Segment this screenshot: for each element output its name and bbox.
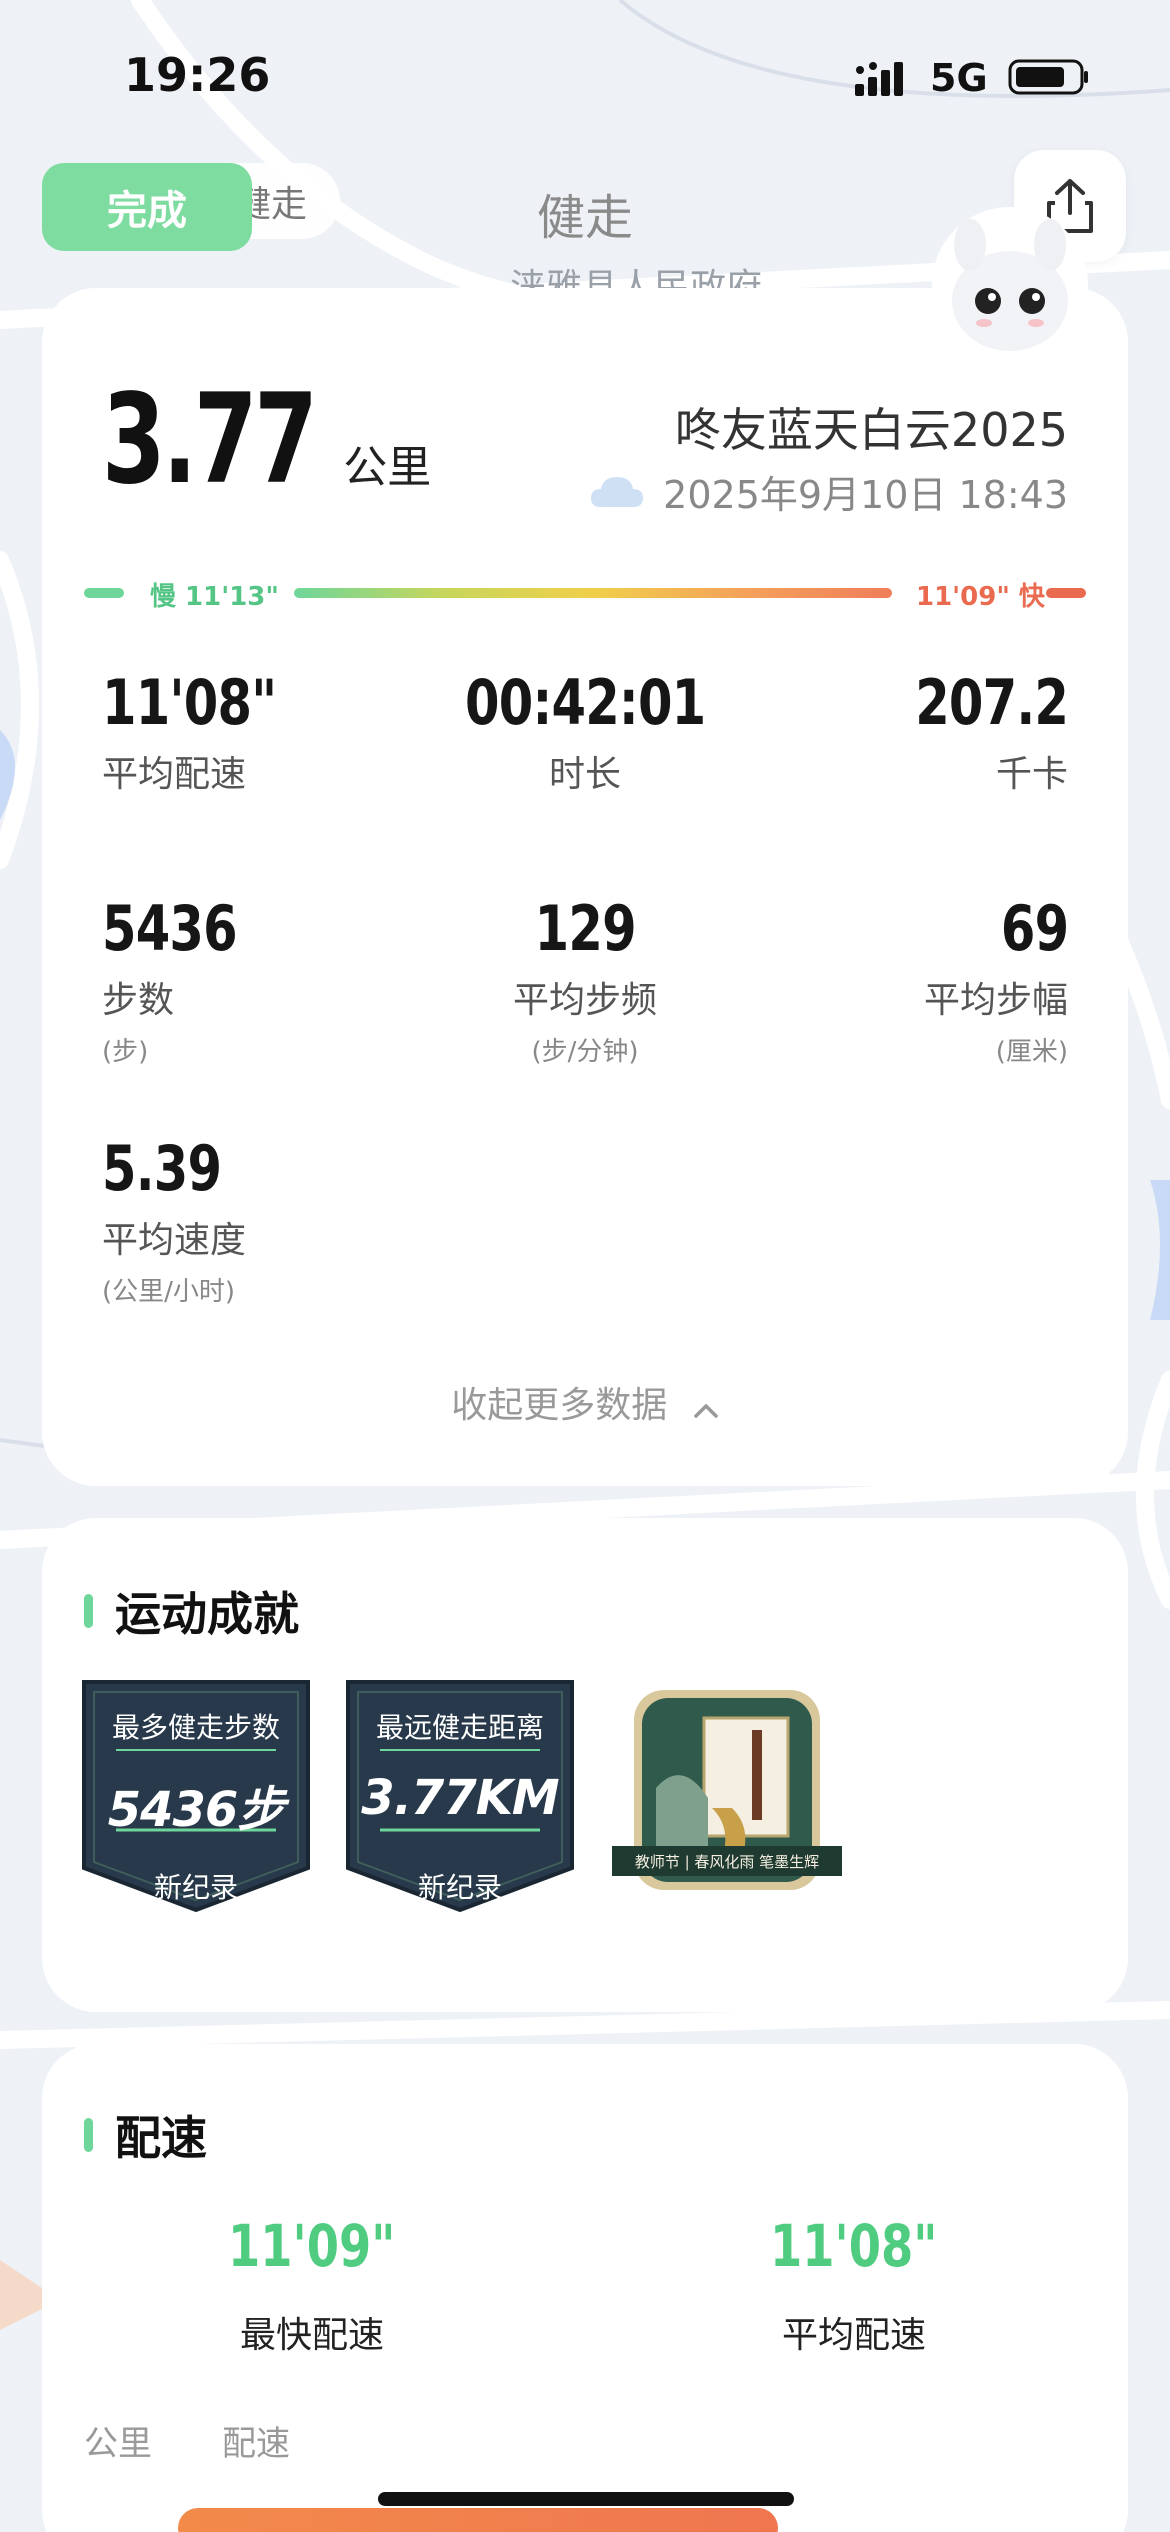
stat-value: 00:42:01	[464, 666, 706, 739]
pace-split-bar	[178, 2508, 778, 2532]
fastest-pace: 11'09" 最快配速	[112, 2212, 512, 2358]
column-header-km: 公里	[84, 2424, 152, 2464]
badge-note: 新纪录	[153, 1871, 238, 1904]
pace-slow-label: 慢 11'13"	[150, 582, 279, 612]
pace-fast-label: 11'09" 快	[916, 582, 1045, 612]
distance-unit: 公里	[343, 442, 432, 493]
stat-speed: 5.39 平均速度 (公里/小时)	[102, 1132, 251, 1308]
stat-value: 129	[534, 892, 636, 965]
home-indicator[interactable]	[378, 2492, 794, 2506]
achievements-title: 运动成就	[84, 1578, 299, 1644]
stat-duration: 00:42:01 时长	[322, 666, 848, 797]
pace-label: 最快配速	[239, 2315, 384, 2356]
teachers-day-badge-icon	[612, 1690, 842, 1890]
activity-date-row: 2025年9月10日 18:43	[589, 464, 1068, 519]
badge-most-steps[interactable]: 最多健走步数 5436步 新纪录	[76, 1678, 316, 1914]
stat-label: 千卡	[995, 754, 1068, 795]
column-header-pace: 配速	[222, 2424, 290, 2464]
pace-gradient	[294, 588, 892, 598]
activity-title: 咚友蓝天白云2025	[674, 403, 1068, 457]
status-time: 19:26	[124, 48, 271, 102]
stat-label: 平均配速	[102, 754, 247, 795]
pace-section-title: 配速	[84, 2102, 207, 2168]
badge-teachers-day[interactable]: 教师节 | 春风化雨 笔墨生辉	[612, 1678, 842, 1914]
stat-calories: 207.2 千卡	[877, 666, 1069, 797]
achievements-card: 运动成就 最多健走步数 5436步 新纪录 最远健走距离 3.77KM 新纪录	[42, 1518, 1128, 2012]
stat-value: 69	[1000, 892, 1069, 965]
stat-unit: (步)	[102, 1037, 149, 1067]
chevron-up-icon	[693, 1387, 719, 1428]
badge-longest-distance[interactable]: 最远健走距离 3.77KM 新纪录	[340, 1678, 580, 1914]
stat-unit: (公里/小时)	[102, 1277, 236, 1307]
collapse-label: 收起更多数据	[451, 1385, 668, 1426]
badge-title: 最远健走距离	[375, 1711, 544, 1744]
badge-note: 新纪录	[417, 1871, 502, 1904]
pace-range-bar: 慢 11'13" 11'09" 快	[84, 578, 1086, 612]
network-type: 5G	[930, 56, 988, 100]
pace-slow-cap	[84, 588, 124, 598]
stat-avg-pace: 11'08" 平均配速	[102, 666, 320, 797]
distance-display: 3.77 公里	[102, 368, 431, 512]
average-pace: 11'08" 平均配速	[654, 2212, 1054, 2358]
pace-value: 11'08"	[770, 2212, 938, 2280]
stat-unit: (厘米)	[995, 1037, 1068, 1067]
stat-unit: (步/分钟)	[531, 1037, 639, 1067]
summary-card: 3.77 公里 咚友蓝天白云2025 2025年9月10日 18:43 慢 11…	[42, 288, 1128, 1486]
stat-cadence: 129 平均步频 (步/分钟)	[322, 892, 848, 1068]
pace-label: 平均配速	[781, 2315, 926, 2356]
badge-title: 最多健走步数	[111, 1711, 280, 1744]
pace-fast-cap	[1046, 588, 1086, 598]
distance-value: 3.77	[102, 368, 318, 512]
activity-date: 2025年9月10日 18:43	[663, 473, 1068, 517]
stat-stride: 69 平均步幅 (厘米)	[923, 892, 1069, 1068]
badge-value: 5436步	[107, 1782, 286, 1838]
stat-label: 平均速度	[102, 1220, 247, 1261]
section-accent-bar	[84, 2118, 93, 2152]
stat-label: 平均步幅	[923, 980, 1068, 1021]
stat-label: 时长	[548, 754, 621, 795]
stat-label: 步数	[102, 980, 175, 1021]
collapse-more-data-button[interactable]: 收起更多数据	[42, 1376, 1128, 1428]
battery-icon	[1008, 59, 1088, 95]
badge-value: 3.77KM	[361, 1770, 559, 1826]
stat-value: 5.39	[102, 1132, 222, 1205]
section-title-text: 运动成就	[115, 1587, 299, 1641]
stat-label: 平均步频	[512, 980, 657, 1021]
stat-steps: 5436 步数 (步)	[102, 892, 271, 1068]
stat-value: 207.2	[915, 666, 1069, 739]
section-accent-bar	[84, 1594, 93, 1628]
stat-value: 11'08"	[102, 666, 277, 739]
pace-value: 11'09"	[228, 2212, 396, 2280]
stat-value: 5436	[102, 892, 238, 965]
badge-ribbon-text: 教师节 | 春风化雨 笔墨生辉	[634, 1853, 820, 1871]
cellular-signal-icon	[855, 62, 903, 96]
cloud-icon	[591, 476, 644, 507]
status-bar: 19:26 5G	[0, 0, 1170, 150]
mascot-avatar	[932, 207, 1088, 363]
pace-card: 配速 11'09" 最快配速 11'08" 平均配速 公里 配速	[42, 2044, 1128, 2532]
section-title-text: 配速	[115, 2111, 207, 2165]
